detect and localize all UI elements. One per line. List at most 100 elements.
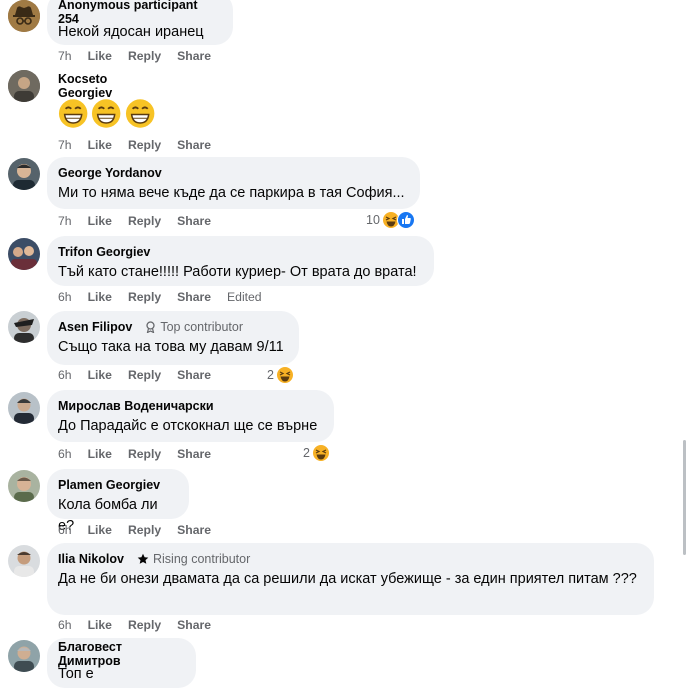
reaction-count: 2: [267, 368, 274, 382]
comment-author[interactable]: Мирослав Воденичарски: [58, 399, 214, 413]
share-button[interactable]: Share: [177, 138, 211, 152]
haha-reaction-icon: [311, 444, 330, 462]
comment-author[interactable]: Asen Filipov: [58, 320, 132, 334]
comment-text: Тъй като стане!!!!! Работи куриер- От вр…: [58, 264, 417, 280]
reaction-summary[interactable]: 2: [267, 366, 294, 384]
badge-label: Rising contributor: [153, 552, 251, 566]
like-reaction-icon: [396, 211, 415, 229]
comment-actions: 7h Like Reply Share: [58, 138, 227, 152]
profile-photo-icon: [8, 470, 40, 502]
like-button[interactable]: Like: [88, 138, 112, 152]
badge-icon: [146, 321, 155, 333]
like-button[interactable]: Like: [88, 214, 112, 228]
comment-author[interactable]: Kocseto Georgiev: [58, 72, 155, 100]
comment-actions: 6h Like Reply Share: [58, 447, 227, 461]
comment-actions: 7h Like Reply Share: [58, 49, 227, 63]
share-button[interactable]: Share: [177, 290, 211, 304]
share-button[interactable]: Share: [177, 214, 211, 228]
comment-bubble: Trifon Georgiev Тъй като стане!!!!! Рабо…: [47, 236, 434, 286]
comment-bubble: Asen Filipov Top contributor Също така н…: [47, 311, 299, 365]
comment-time[interactable]: 6h: [58, 290, 72, 304]
like-button[interactable]: Like: [88, 447, 112, 461]
comment-author[interactable]: Ilia Nikolov: [58, 552, 124, 566]
comment-bubble: Благовест Димитров Топ е: [47, 638, 196, 688]
reply-button[interactable]: Reply: [128, 49, 161, 63]
reaction-summary[interactable]: 2: [303, 444, 330, 462]
comment-bubble: Kocseto Georgiev: [47, 70, 167, 132]
reply-button[interactable]: Reply: [128, 523, 161, 537]
profile-photo-icon: [8, 392, 40, 424]
comment-time[interactable]: 7h: [58, 214, 72, 228]
like-button[interactable]: Like: [88, 523, 112, 537]
comment-actions: 6h Like Reply Share Edited: [58, 290, 278, 304]
share-button[interactable]: Share: [177, 49, 211, 63]
like-button[interactable]: Like: [88, 49, 112, 63]
reply-button[interactable]: Reply: [128, 138, 161, 152]
comment-actions: 7h Like Reply Share: [58, 214, 227, 228]
badge-label: Top contributor: [160, 320, 244, 334]
rising-contributor-badge[interactable]: Rising contributor: [132, 551, 255, 567]
like-button[interactable]: Like: [88, 618, 112, 632]
comment-time[interactable]: 7h: [58, 49, 72, 63]
comment-bubble: George Yordanov Ми то няма вече къде да …: [47, 157, 420, 209]
comment-time[interactable]: 6h: [58, 618, 72, 632]
reaction-summary[interactable]: 10: [366, 211, 415, 229]
profile-photo-icon: [8, 640, 40, 672]
reply-button[interactable]: Reply: [128, 447, 161, 461]
profile-photo-icon: [8, 545, 40, 577]
reply-button[interactable]: Reply: [128, 214, 161, 228]
profile-photo-icon: [8, 70, 40, 102]
comment-text: Некой ядосан иранец: [58, 24, 204, 40]
comment-actions: 6h Like Reply Share: [58, 368, 227, 382]
comment-time[interactable]: 6h: [58, 523, 72, 537]
haha-reaction-icon: [275, 366, 294, 384]
comment-author[interactable]: Plamen Georgiev: [58, 478, 160, 492]
comment-time[interactable]: 7h: [58, 138, 72, 152]
comment-bubble: Ilia Nikolov Rising contributor Да не би…: [47, 543, 654, 615]
share-button[interactable]: Share: [177, 368, 211, 382]
avatar[interactable]: [8, 311, 40, 343]
top-contributor-badge[interactable]: Top contributor: [140, 319, 248, 335]
edited-label[interactable]: Edited: [227, 290, 262, 304]
share-button[interactable]: Share: [177, 447, 211, 461]
emoji-row: [58, 98, 155, 129]
comment-bubble: Мирослав Воденичарски До Парадайс е отск…: [47, 390, 334, 442]
grinning-emoji-icon: [92, 99, 121, 128]
comment-author[interactable]: George Yordanov: [58, 166, 162, 180]
avatar[interactable]: [8, 545, 40, 577]
star-icon: [137, 553, 149, 564]
grinning-emoji-icon: [125, 99, 155, 128]
comment-bubble: Plamen Georgiev Кола бомба ли е?: [47, 469, 189, 534]
comment-text: Също така на това му давам 9/11: [58, 339, 284, 355]
reply-button[interactable]: Reply: [128, 368, 161, 382]
avatar[interactable]: [8, 70, 40, 102]
profile-photo-icon: [8, 238, 40, 270]
avatar[interactable]: [8, 640, 40, 672]
avatar[interactable]: [8, 0, 40, 32]
comment-actions: 6h Like Reply Share: [58, 618, 227, 632]
avatar[interactable]: [8, 158, 40, 190]
profile-photo-icon: [8, 158, 40, 190]
like-button[interactable]: Like: [88, 368, 112, 382]
reaction-count: 2: [303, 446, 310, 460]
anonymous-avatar-icon: [8, 0, 40, 32]
grinning-emoji-icon: [58, 99, 88, 128]
comment-text: Ми то няма вече къде да се паркира в тая…: [58, 185, 405, 201]
comment-text: Да не би онези двамата да са решили да и…: [58, 571, 637, 587]
reaction-count: 10: [366, 213, 380, 227]
comment-author[interactable]: Trifon Georgiev: [58, 245, 150, 259]
comment-time[interactable]: 6h: [58, 368, 72, 382]
share-button[interactable]: Share: [177, 618, 211, 632]
profile-photo-icon: [8, 311, 40, 343]
comment-time[interactable]: 6h: [58, 447, 72, 461]
share-button[interactable]: Share: [177, 523, 211, 537]
comment-actions: 6h Like Reply Share: [58, 523, 227, 537]
comment-text: До Парадайс е отскокнал ще се върне: [58, 418, 318, 434]
reply-button[interactable]: Reply: [128, 290, 161, 304]
reply-button[interactable]: Reply: [128, 618, 161, 632]
like-button[interactable]: Like: [88, 290, 112, 304]
avatar[interactable]: [8, 470, 40, 502]
avatar[interactable]: [8, 392, 40, 424]
comment-bubble: Anonymous participant 254 Некой ядосан и…: [47, 0, 233, 45]
avatar[interactable]: [8, 238, 40, 270]
